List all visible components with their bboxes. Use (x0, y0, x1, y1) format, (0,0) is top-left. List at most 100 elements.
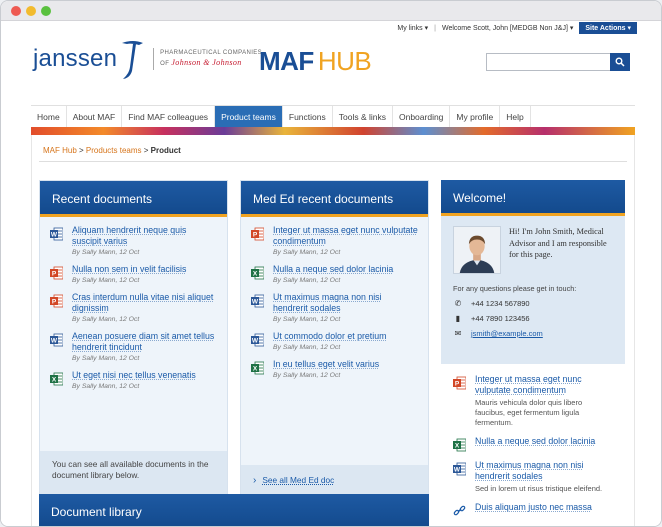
svg-text:P: P (455, 381, 460, 388)
nav-find-colleagues[interactable]: Find MAF colleagues (122, 106, 216, 128)
document-link[interactable]: In eu tellus eget velit varius (273, 359, 418, 370)
excel-file-icon: X (251, 266, 265, 280)
document-text: Ut eget nisi nec tellus venenatis By Sall… (72, 370, 217, 390)
document-meta: By Sally Mann, 12 Oct (273, 344, 341, 351)
breadcrumb-separator: > (76, 146, 86, 155)
document-description: Sed in lorem ut risus tristique eleifend… (475, 484, 603, 493)
email-link[interactable]: jsmith@example.com (471, 329, 543, 338)
maf-hub-logo[interactable]: MAF HUB (259, 46, 372, 77)
nav-help[interactable]: Help (500, 106, 531, 128)
contact-intro: For any questions please get in touch: (453, 284, 577, 293)
nav-tools-links[interactable]: Tools & links (333, 106, 393, 128)
pharma-of: OF (160, 61, 170, 67)
document-meta: By Sally Mann, 12 Oct (72, 383, 140, 390)
document-item: Duis aliquam justo nec massa (453, 502, 613, 518)
svg-text:W: W (252, 299, 259, 306)
profile: Hi! I'm John Smith, Medical Advisor and … (453, 226, 613, 274)
word-file-icon: W (453, 462, 467, 476)
pharma-tagline: PHARMACEUTICAL COMPANIES OF Johnson & Jo… (160, 49, 262, 69)
document-link[interactable]: Ut commodo dolor et pretium (273, 331, 418, 342)
document-meta: By Sally Mann, 12 Oct (72, 277, 140, 284)
document-link[interactable]: Nulla a neque sed dolor lacinia (475, 436, 613, 447)
document-item: W Ut commodo dolor et pretium By Sally Man… (251, 331, 418, 351)
search-button[interactable] (610, 53, 630, 71)
document-meta: By Sally Mann, 12 Oct (273, 372, 341, 379)
document-link[interactable]: Aenean posuere diam sit amet tellus hend… (72, 331, 217, 353)
nav-onboarding[interactable]: Onboarding (393, 106, 451, 128)
site-actions-button[interactable]: Site Actions ▾ (579, 22, 637, 34)
ppt-file-icon: P (50, 266, 64, 280)
nav-functions[interactable]: Functions (283, 106, 333, 128)
document-meta: By Sally Mann, 12 Oct (273, 249, 341, 256)
company-name: janssen (33, 45, 118, 72)
maximize-window-button[interactable] (41, 6, 51, 16)
breadcrumb-home[interactable]: MAF Hub (43, 146, 77, 155)
link-icon (453, 504, 466, 518)
phone-icon: ✆ (454, 299, 462, 308)
document-link[interactable]: Nulla non sem in velit facilisis (72, 264, 217, 275)
panel-title: Med Ed recent documents (241, 181, 428, 217)
document-item: W Aliquam hendrerit neque quis suscipit v… (50, 225, 217, 256)
main-nav: Home About MAF Find MAF colleagues Produ… (31, 105, 635, 128)
chevron-right-icon: › (253, 474, 257, 486)
janssen-logo[interactable]: janssen PHARMACEUTICAL COMPANIES OF John… (33, 37, 262, 81)
document-item: P Cras interdum nulla vitae nisi aliquet … (50, 292, 217, 323)
nav-my-profile[interactable]: My profile (450, 106, 501, 128)
top-utility-bar: My links ▾ | Welcome Scott, John [MEDGB … (397, 21, 637, 35)
document-link[interactable]: Integer ut massa eget nunc vulputate con… (273, 225, 418, 247)
meded-documents-list: P Integer ut massa eget nunc vulputate co… (241, 217, 428, 379)
excel-file-icon: X (50, 372, 64, 386)
document-link[interactable]: Cras interdum nulla vitae nisi aliquet d… (72, 292, 217, 314)
svg-text:P: P (52, 271, 57, 278)
document-text: Ut maximus magna non nisi hendrerit soda… (475, 460, 613, 494)
my-links-menu[interactable]: My links ▾ (397, 24, 428, 32)
recent-documents-panel: Recent documents W Aliquam hendrerit nequ… (39, 180, 228, 496)
close-window-button[interactable] (11, 6, 21, 16)
nav-home[interactable]: Home (31, 106, 67, 128)
document-item: P Integer ut massa eget nunc vulputate co… (251, 225, 418, 256)
search-input[interactable] (486, 53, 630, 71)
nav-about-maf[interactable]: About MAF (67, 106, 123, 128)
breadcrumb-section[interactable]: Products teams (86, 146, 142, 155)
document-description: Mauris vehicula dolor quis libero faucib… (475, 398, 583, 427)
browser-window: My links ▾ | Welcome Scott, John [MEDGB … (0, 0, 662, 527)
decorative-banner (31, 127, 635, 135)
phone-number[interactable]: +44 1234 567890 (471, 299, 530, 308)
svg-text:X: X (455, 443, 460, 450)
document-meta: By Sally Mann, 12 Oct (72, 316, 140, 323)
contact-card: Hi! I'm John Smith, Medical Advisor and … (441, 216, 625, 364)
avatar (453, 226, 501, 274)
bio-text: Hi! I'm John Smith, Medical Advisor and … (509, 227, 607, 259)
logo-divider (153, 48, 155, 70)
document-item: P Nulla non sem in velit facilisis By Sall… (50, 264, 217, 284)
see-all-meded-link[interactable]: See all Med Ed doc (262, 475, 334, 486)
document-link[interactable]: Ut eget nisi nec tellus venenatis (72, 370, 217, 381)
document-link[interactable]: Integer ut massa eget nunc vulputate con… (475, 374, 613, 396)
document-meta: By Sally Mann, 12 Oct (72, 355, 140, 362)
document-text: In eu tellus eget velit varius By Sally M… (273, 359, 418, 379)
document-text: Ut maximus magna non nisi hendrerit soda… (273, 292, 418, 323)
document-link[interactable]: Ut maximus magna non nisi hendrerit soda… (273, 292, 418, 314)
document-link[interactable]: Aliquam hendrerit neque quis suscipit va… (72, 225, 217, 247)
word-file-icon: W (251, 333, 265, 347)
topbar-separator: | (434, 24, 436, 32)
document-meta: By Sally Mann, 12 Oct (72, 249, 140, 256)
email-row: ✉ jsmith@example.com (453, 329, 613, 338)
svg-text:W: W (51, 232, 58, 239)
breadcrumb-current: Product (150, 146, 181, 155)
document-link[interactable]: Ut maximus magna non nisi hendrerit soda… (475, 460, 613, 482)
user-menu[interactable]: Welcome Scott, John [MEDGB Non J&J] ▾ (442, 24, 573, 32)
ppt-file-icon: P (50, 294, 64, 308)
breadcrumb-divider (39, 161, 627, 162)
nav-product-teams[interactable]: Product teams (215, 106, 283, 128)
minimize-window-button[interactable] (26, 6, 36, 16)
document-link[interactable]: Nulla a neque sed dolor lacinia (273, 264, 418, 275)
welcome-documents-list: P Integer ut massa eget nunc vulputate co… (441, 364, 625, 518)
phone-row: ✆ +44 1234 567890 (453, 299, 613, 308)
document-link[interactable]: Duis aliquam justo nec massa (475, 502, 613, 513)
meded-documents-footer: › See all Med Ed doc (241, 465, 428, 495)
mobile-row: ▮ +44 7890 123456 (453, 314, 613, 323)
mobile-number[interactable]: +44 7890 123456 (471, 314, 530, 323)
document-item: P Integer ut massa eget nunc vulputate co… (453, 374, 613, 428)
ppt-file-icon: P (453, 376, 467, 390)
